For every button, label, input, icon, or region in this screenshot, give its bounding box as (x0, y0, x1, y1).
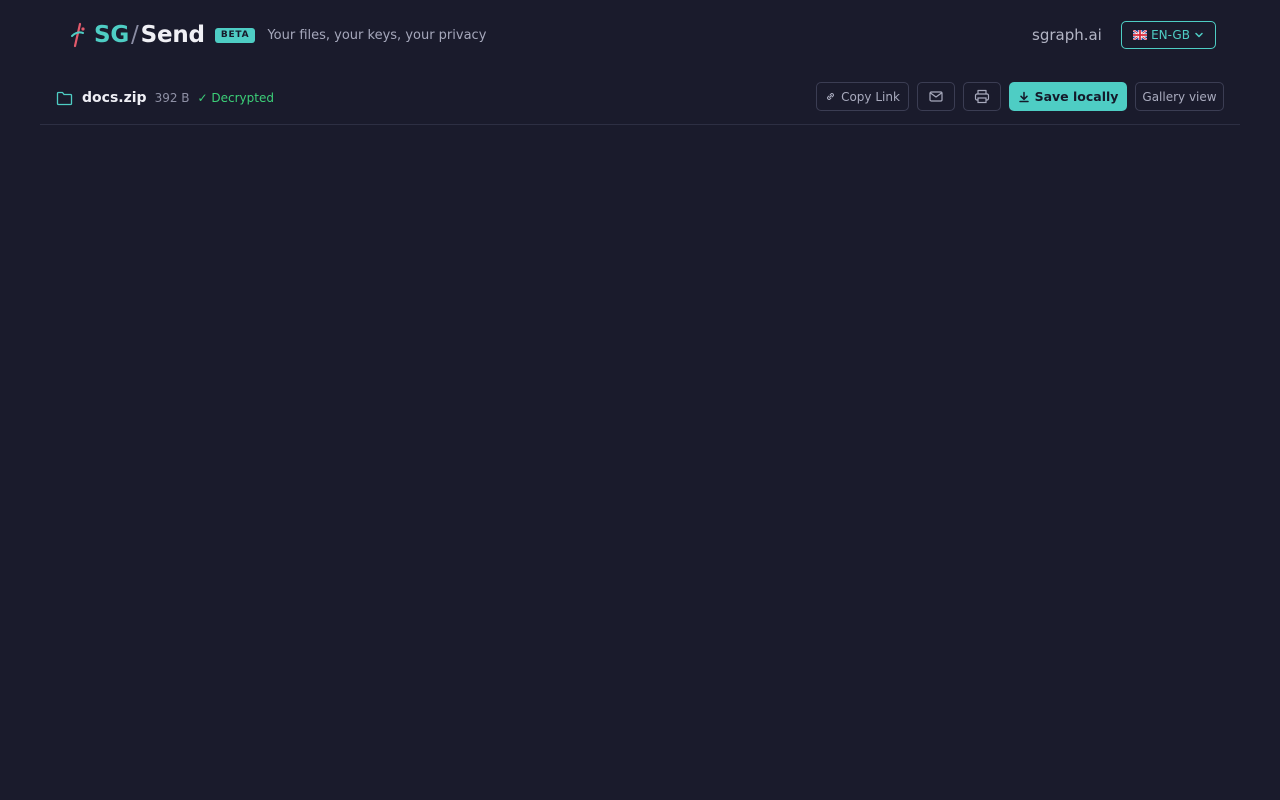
tagline: Your files, your keys, your privacy (267, 27, 487, 43)
brand-send: Send (140, 22, 205, 48)
link-icon (827, 93, 835, 100)
email-icon (929, 91, 943, 102)
sg-send-logo-icon (71, 22, 85, 48)
print-button[interactable] (963, 82, 1001, 111)
decrypted-status: ✓ Decrypted (197, 91, 274, 105)
brand[interactable]: SG/Send BETA Your files, your keys, your… (68, 20, 486, 50)
gallery-view-button[interactable]: Gallery view (1135, 82, 1224, 111)
brand-slash: / (131, 22, 139, 48)
uk-flag-icon (1133, 30, 1148, 40)
chevron-down-icon (1195, 32, 1203, 38)
file-toolbar: docs.zip 392 B ✓ Decrypted Copy Link Sav… (40, 70, 1240, 125)
language-selector[interactable]: EN-GB (1121, 21, 1216, 49)
site-link[interactable]: sgraph.ai (1032, 25, 1102, 45)
language-label: EN-GB (1151, 28, 1190, 42)
email-button[interactable] (917, 82, 955, 111)
app-header: SG/Send BETA Your files, your keys, your… (0, 0, 1280, 70)
beta-badge: BETA (214, 27, 256, 43)
brand-wordmark: SG/Send (94, 21, 205, 49)
brand-sg: SG (94, 22, 130, 48)
download-icon (1018, 91, 1029, 102)
save-locally-label: Save locally (1034, 89, 1119, 104)
file-name: docs.zip (82, 90, 147, 106)
save-locally-button[interactable]: Save locally (1009, 82, 1127, 111)
printer-icon (974, 89, 990, 104)
folder-icon (56, 91, 73, 105)
copy-link-button[interactable]: Copy Link (816, 82, 909, 111)
gallery-view-label: Gallery view (1142, 89, 1217, 104)
file-size: 392 B (154, 91, 190, 105)
copy-link-label: Copy Link (841, 89, 900, 104)
file-info: docs.zip 392 B ✓ Decrypted (56, 88, 274, 108)
